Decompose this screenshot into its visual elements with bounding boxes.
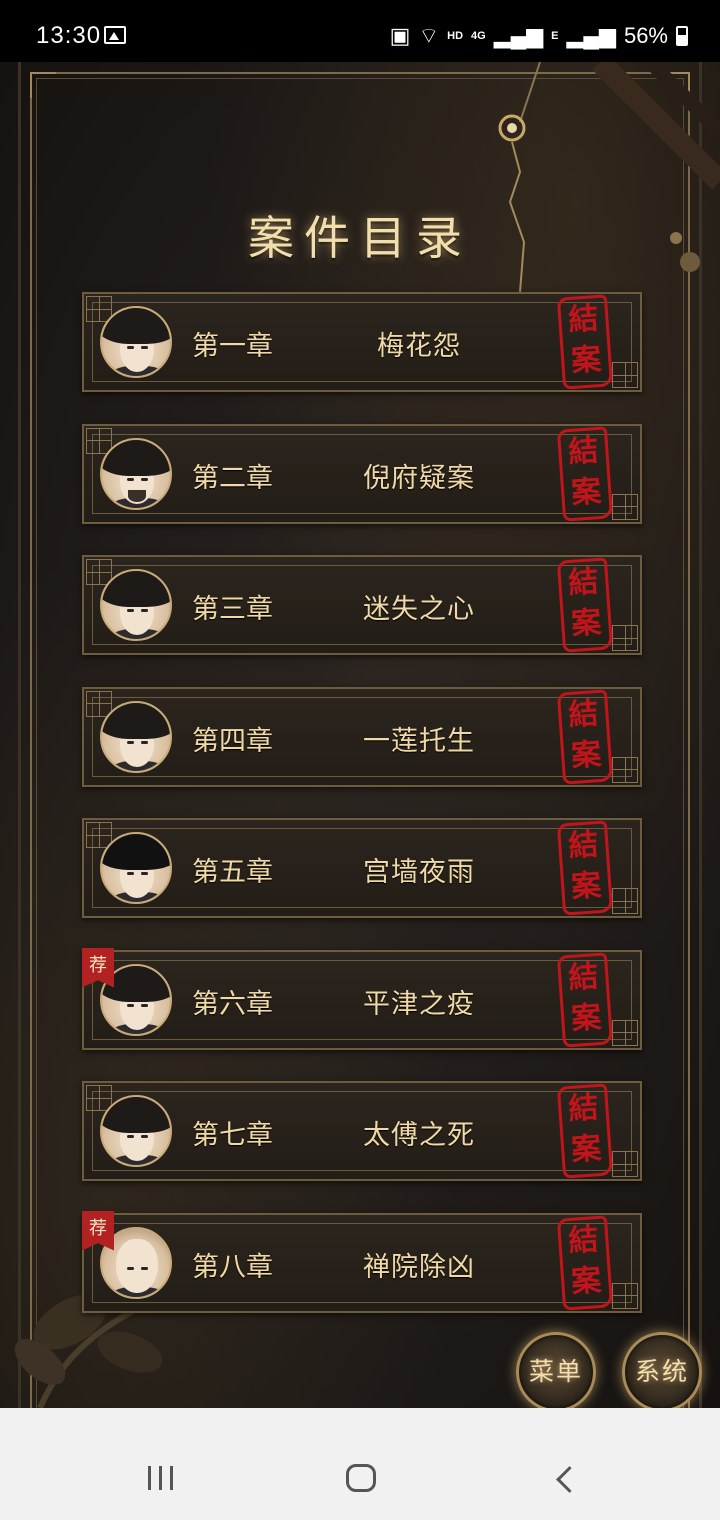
signal-e-label: E [551, 30, 559, 42]
case-row[interactable]: 第五章 宫墙夜雨 結 案 [82, 818, 642, 918]
stamp-char: 結 [567, 301, 600, 339]
lattice-corner-ornament [612, 1019, 638, 1046]
gallery-icon [104, 26, 126, 44]
case-closed-stamp: 結 案 [556, 1214, 614, 1311]
case-chapter: 第八章 [192, 1251, 273, 1283]
stamp-char: 案 [570, 999, 603, 1037]
status-time: 13:30 [36, 22, 102, 49]
battery-percent: 56% [623, 23, 668, 48]
case-name: 太傅之死 [363, 1120, 475, 1151]
case-closed-stamp: 結 案 [556, 820, 614, 916]
character-avatar [100, 1095, 172, 1167]
case-closed-stamp: 結 案 [556, 1083, 614, 1179]
status-icons: ▣ ⌔ HD 4G ▂▄▆ E ▂▄▆ 56% [390, 22, 688, 50]
back-icon[interactable] [556, 1466, 583, 1493]
signal-icon-2: ▂▄▆ [566, 23, 616, 48]
case-chapter: 第五章 [192, 857, 273, 888]
stamp-char: 結 [567, 432, 600, 470]
stamp-char: 案 [570, 867, 603, 905]
navigation-bar [0, 1408, 720, 1520]
menu-button[interactable]: 菜单 [516, 1332, 596, 1408]
case-chapter: 第三章 [192, 594, 273, 625]
case-catalog-screen: 案件目录 第一章 梅花怨 結 案 第二章 倪府疑案 結 案 第三章 迷失之心 結… [0, 62, 720, 1408]
case-name: 宫墙夜雨 [363, 857, 475, 888]
case-row[interactable]: 第七章 太傅之死 結 案 [82, 1081, 642, 1181]
case-row[interactable]: 第一章 梅花怨 結 案 [82, 292, 642, 392]
case-chapter: 第一章 [192, 331, 273, 362]
character-avatar [100, 569, 172, 641]
lattice-corner-ornament [612, 493, 638, 520]
lattice-corner-ornament [612, 1151, 638, 1177]
stamp-char: 結 [567, 1221, 600, 1259]
case-name: 禅院除凶 [363, 1251, 475, 1283]
case-row[interactable]: 第二章 倪府疑案 結 案 [82, 423, 642, 524]
lattice-corner-ornament [612, 888, 638, 914]
character-avatar [100, 832, 172, 904]
status-bar: 13:30 ▣ ⌔ HD 4G ▂▄▆ E ▂▄▆ 56% [0, 0, 720, 62]
lattice-corner-ornament [612, 756, 638, 783]
case-closed-stamp: 結 案 [556, 688, 614, 785]
signal-icon: ▂▄▆ [493, 23, 544, 48]
case-chapter: 第六章 [192, 988, 273, 1020]
case-row[interactable]: 第四章 一莲托生 結 案 [82, 686, 642, 787]
lattice-corner-ornament [612, 625, 638, 651]
case-closed-stamp: 結 案 [556, 294, 614, 390]
character-avatar [100, 306, 172, 378]
case-name: 迷失之心 [363, 594, 475, 625]
stamp-char: 案 [570, 736, 603, 774]
case-closed-stamp: 結 案 [556, 951, 614, 1048]
recent-apps-icon[interactable] [148, 1466, 174, 1490]
stamp-char: 結 [567, 695, 600, 733]
case-row[interactable]: 第六章 平津之疫 結 案 荐 [82, 947, 642, 1050]
case-chapter: 第四章 [192, 725, 273, 757]
case-chapter: 第二章 [192, 462, 273, 494]
page-title: 案件目录 [248, 211, 472, 265]
wifi-icon: ⌔ [418, 23, 440, 48]
stamp-char: 結 [567, 958, 600, 996]
frame-corner-ornament [30, 72, 56, 98]
stamp-char: 案 [570, 1130, 603, 1168]
stamp-char: 案 [570, 1262, 603, 1300]
case-closed-stamp: 結 案 [556, 557, 614, 653]
signal-4g-label: 4G [471, 30, 486, 42]
character-avatar [100, 437, 172, 510]
case-name: 平津之疫 [363, 988, 475, 1020]
case-row[interactable]: 第三章 迷失之心 結 案 [82, 555, 642, 655]
stamp-char: 案 [570, 604, 603, 642]
lattice-corner-ornament [612, 362, 638, 388]
case-name: 倪府疑案 [363, 462, 475, 494]
system-button[interactable]: 系统 [622, 1332, 702, 1408]
stamp-char: 結 [567, 827, 600, 865]
hd-label: HD [447, 30, 464, 42]
case-name: 一莲托生 [363, 725, 475, 757]
app-notification-icon: ▣ [389, 23, 411, 48]
case-chapter: 第七章 [192, 1120, 273, 1151]
battery-icon [676, 26, 688, 46]
stamp-char: 案 [570, 473, 603, 511]
character-avatar [100, 700, 172, 773]
lattice-corner-ornament [612, 1282, 638, 1309]
home-icon[interactable] [346, 1464, 376, 1492]
hanging-ornament-decoration [498, 62, 720, 293]
stamp-char: 結 [567, 1090, 600, 1128]
stamp-char: 案 [570, 341, 603, 379]
case-closed-stamp: 結 案 [556, 425, 614, 522]
case-name: 梅花怨 [377, 331, 461, 362]
case-row[interactable]: 第八章 禅院除凶 結 案 荐 [82, 1210, 642, 1313]
stamp-char: 結 [567, 564, 600, 602]
